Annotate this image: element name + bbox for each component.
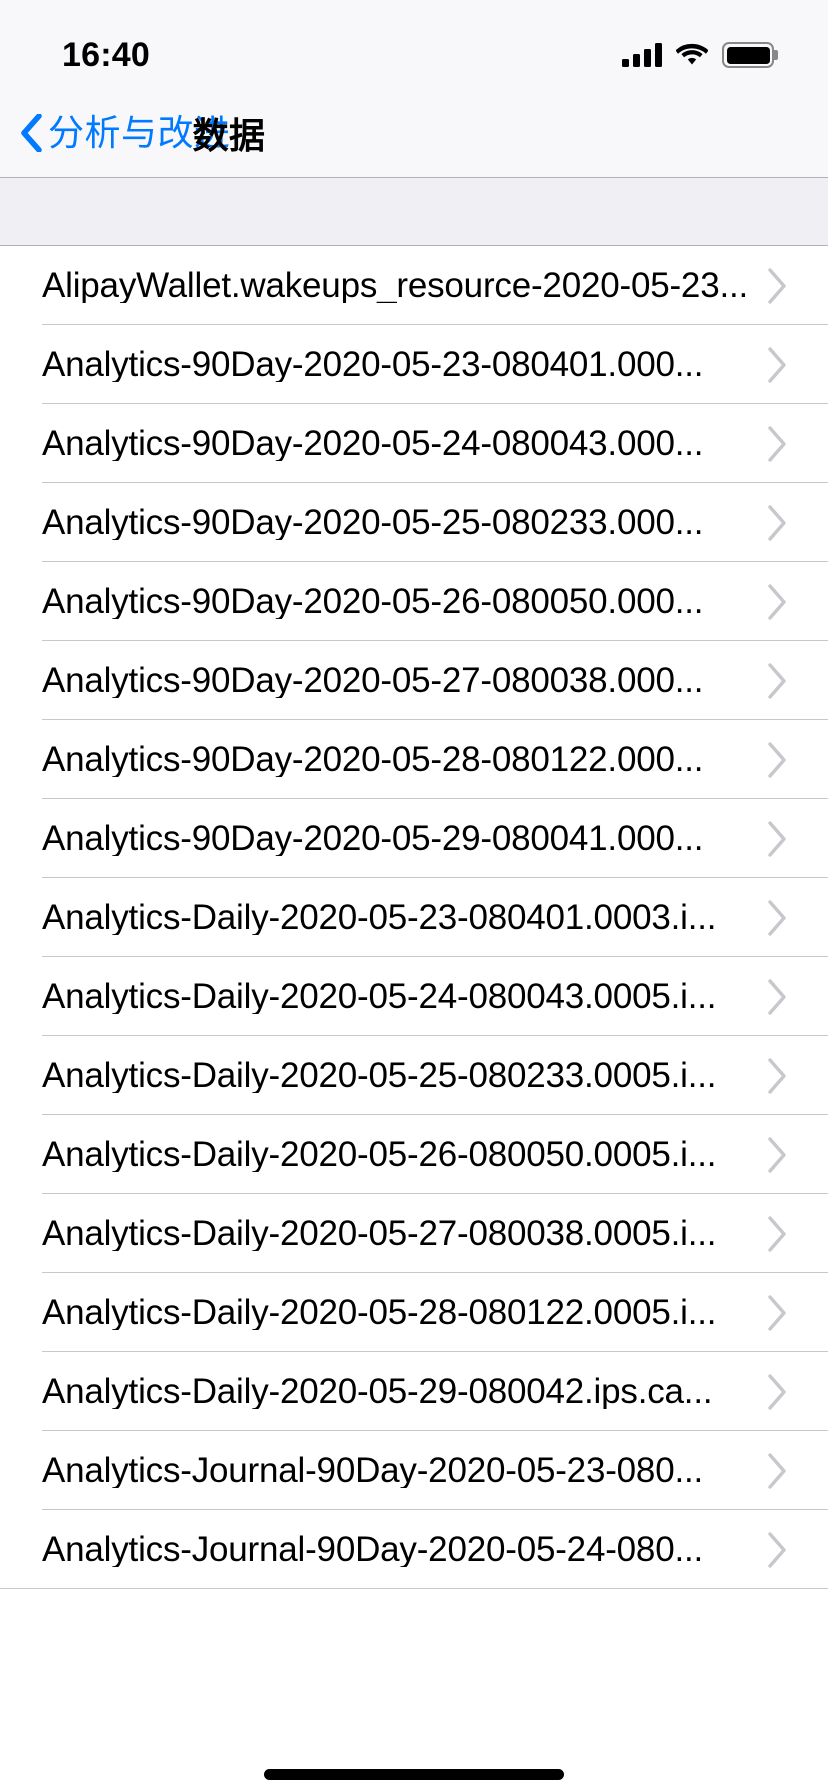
chevron-right-icon [768,346,786,383]
list-item-label: Analytics-Daily-2020-05-27-080038.0005.i… [42,1216,717,1251]
list-item[interactable]: Analytics-Daily-2020-05-26-080050.0005.i… [0,1115,828,1194]
content-area: AlipayWallet.wakeups_resource-2020-05-23… [0,178,828,1792]
navigation-bar: 分析与改进 数据 [0,88,828,178]
chevron-right-icon [768,1373,786,1410]
chevron-right-icon [768,1531,786,1568]
list-item-label: Analytics-Daily-2020-05-29-080042.ips.ca… [42,1374,713,1409]
status-bar: 16:40 [0,0,828,88]
list-item-label: Analytics-90Day-2020-05-23-080401.000... [42,347,704,382]
list-item-label: Analytics-Daily-2020-05-26-080050.0005.i… [42,1137,717,1172]
chevron-right-icon [768,1136,786,1173]
list-item[interactable]: Analytics-Daily-2020-05-23-080401.0003.i… [0,878,828,957]
chevron-right-icon [768,504,786,541]
list-item-label: Analytics-90Day-2020-05-27-080038.000... [42,663,704,698]
list-item-label: Analytics-Daily-2020-05-25-080233.0005.i… [42,1058,717,1093]
cellular-signal-icon [622,43,662,67]
list-item[interactable]: Analytics-Daily-2020-05-27-080038.0005.i… [0,1194,828,1273]
list-item-label: Analytics-90Day-2020-05-26-080050.000... [42,584,704,619]
list-item-label: Analytics-Journal-90Day-2020-05-23-080..… [42,1453,704,1488]
list-item-label: AlipayWallet.wakeups_resource-2020-05-23… [42,268,749,303]
list-item-label: Analytics-Journal-90Day-2020-05-24-080..… [42,1532,704,1567]
chevron-right-icon [768,978,786,1015]
list-item[interactable]: AlipayWallet.wakeups_resource-2020-05-23… [0,246,828,325]
wifi-icon [676,43,708,65]
list-item-label: Analytics-Daily-2020-05-24-080043.0005.i… [42,979,717,1014]
list-item[interactable]: Analytics-90Day-2020-05-29-080041.000... [0,799,828,878]
chevron-right-icon [768,1294,786,1331]
list-item-label: Analytics-90Day-2020-05-24-080043.000... [42,426,704,461]
chevron-right-icon [768,1057,786,1094]
chevron-left-icon [21,113,42,152]
list-item-label: Analytics-Daily-2020-05-28-080122.0005.i… [42,1295,717,1330]
list-item-label: Analytics-90Day-2020-05-29-080041.000... [42,821,704,856]
data-file-list[interactable]: AlipayWallet.wakeups_resource-2020-05-23… [0,246,828,1589]
iphone-screen: 16:40 分析与改进 数据 AlipayWallet.wakeups_reso… [0,0,828,1792]
chevron-right-icon [768,1215,786,1252]
status-bar-time: 16:40 [62,36,150,74]
list-item[interactable]: Analytics-90Day-2020-05-28-080122.000... [0,720,828,799]
list-item[interactable]: Analytics-Daily-2020-05-24-080043.0005.i… [0,957,828,1036]
list-item[interactable]: Analytics-Journal-90Day-2020-05-24-080..… [0,1510,828,1589]
list-item[interactable]: Analytics-90Day-2020-05-27-080038.000... [0,641,828,720]
battery-full-icon [722,42,774,68]
chevron-right-icon [768,820,786,857]
list-item[interactable]: Analytics-90Day-2020-05-23-080401.000... [0,325,828,404]
list-item[interactable]: Analytics-90Day-2020-05-25-080233.000... [0,483,828,562]
list-item[interactable]: Analytics-90Day-2020-05-24-080043.000... [0,404,828,483]
list-item-label: Analytics-Daily-2020-05-23-080401.0003.i… [42,900,717,935]
section-header [0,178,828,246]
chevron-right-icon [768,741,786,778]
chevron-right-icon [768,662,786,699]
status-bar-indicators [622,42,774,68]
chevron-right-icon [768,583,786,620]
list-item[interactable]: Analytics-Daily-2020-05-28-080122.0005.i… [0,1273,828,1352]
home-indicator [264,1769,564,1780]
chevron-right-icon [768,1452,786,1489]
list-item[interactable]: Analytics-Daily-2020-05-29-080042.ips.ca… [0,1352,828,1431]
list-item[interactable]: Analytics-Journal-90Day-2020-05-23-080..… [0,1431,828,1510]
list-item[interactable]: Analytics-90Day-2020-05-26-080050.000... [0,562,828,641]
chevron-right-icon [768,267,786,304]
list-item-label: Analytics-90Day-2020-05-25-080233.000... [42,505,704,540]
chevron-right-icon [768,899,786,936]
back-button-label: 分析与改进 [48,111,231,153]
list-item-label: Analytics-90Day-2020-05-28-080122.000... [42,742,704,777]
chevron-right-icon [768,425,786,462]
list-item[interactable]: Analytics-Daily-2020-05-25-080233.0005.i… [0,1036,828,1115]
back-button[interactable]: 分析与改进 [0,111,231,153]
